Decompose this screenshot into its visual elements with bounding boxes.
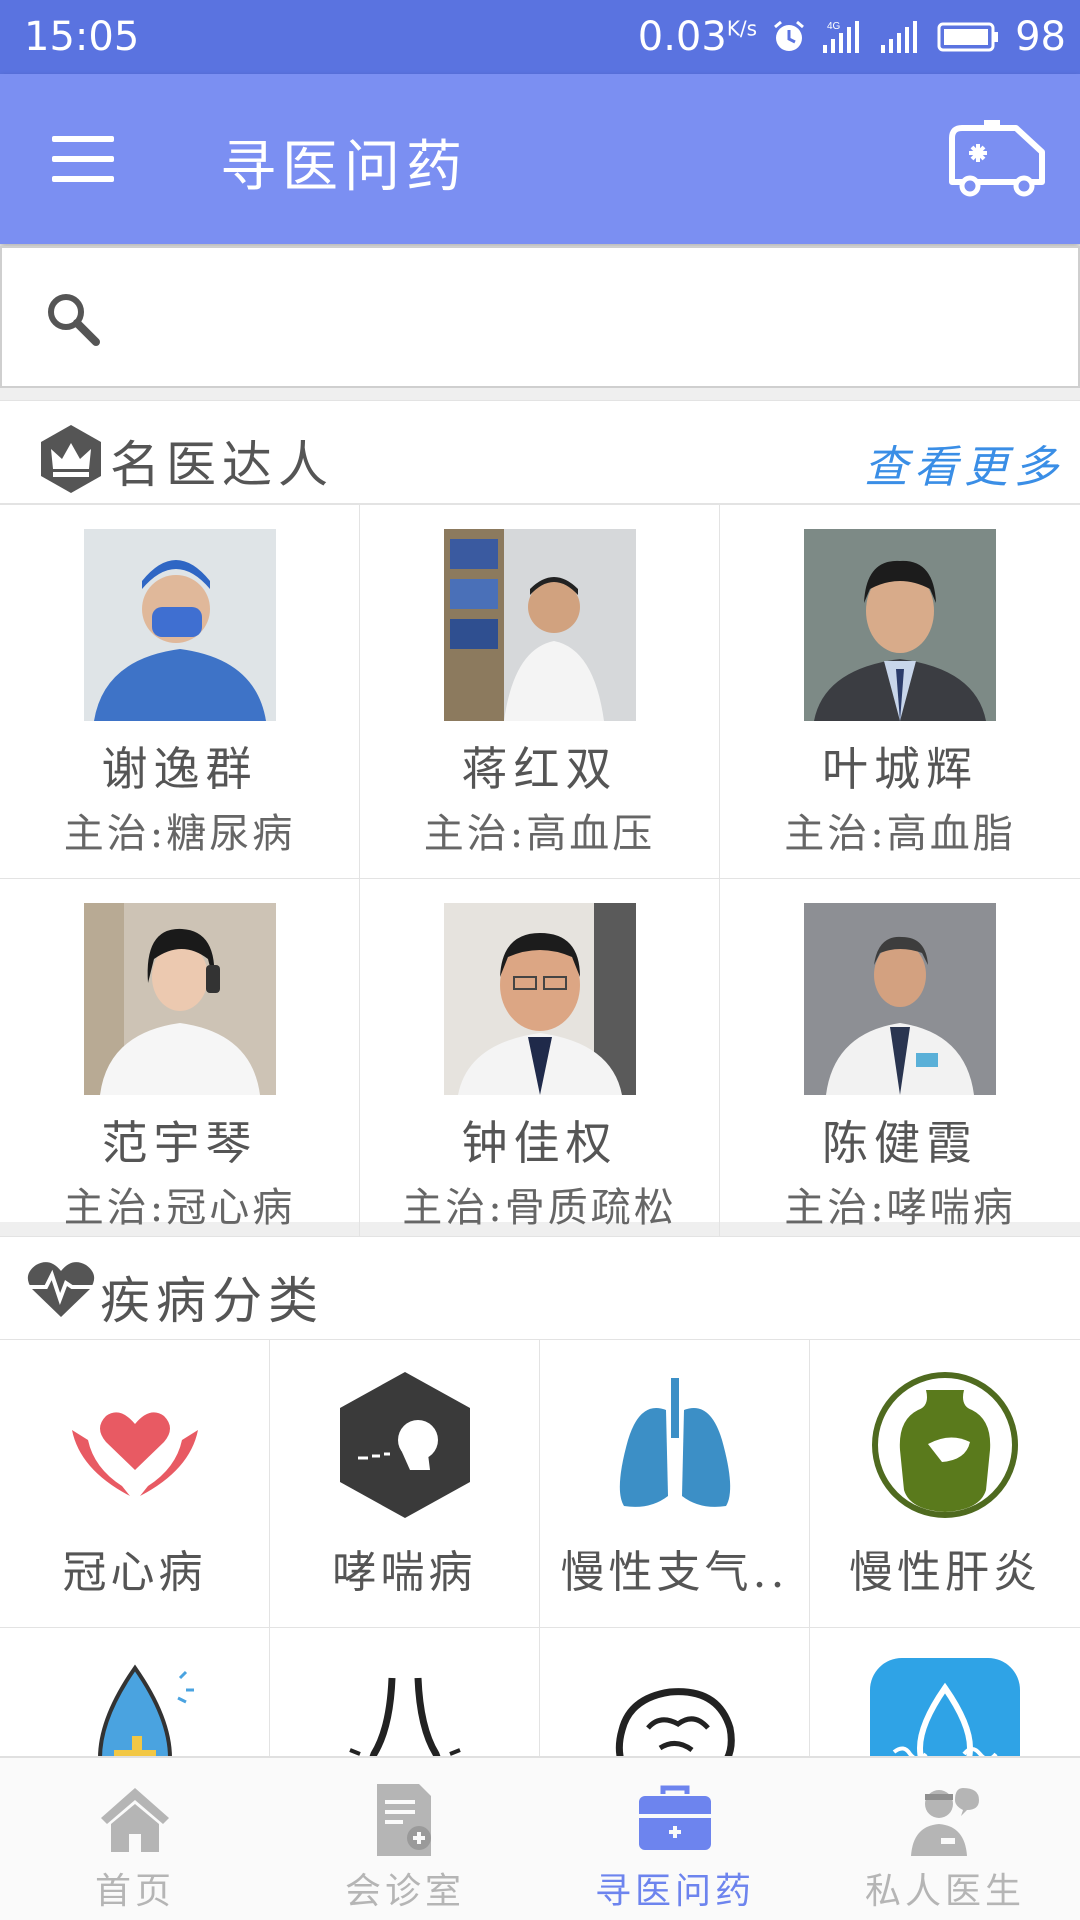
battery-icon [937,22,999,52]
ambulance-icon[interactable] [946,118,1050,198]
doctor-specialty: 主治:高血脂 [784,811,1016,857]
tab-label: 首页 [94,1871,175,1912]
doctor-name: 范宇琴 [101,1116,258,1170]
doctor-specialty: 主治:糖尿病 [63,811,296,857]
heart-pulse-icon [27,1262,95,1317]
doctor-icon [911,1788,979,1856]
category-label: 慢性支气.. [560,1547,789,1598]
tab-find-doctor[interactable]: 寻医问药 [540,1758,810,1920]
doctor-card[interactable]: 范宇琴 主治:冠心病 [0,879,360,1253]
report-icon [377,1784,431,1856]
doctor-grid: 谢逸群 主治:糖尿病 蒋红双 主治:高血压 叶城辉 主治:高血脂 范宇琴 主治:… [0,504,1080,1253]
doctor-photo [804,529,996,721]
tab-label: 寻医问药 [594,1871,755,1912]
section-title: 疾病分类 [100,1272,324,1330]
disease-categories-section: 疾病分类 冠心病 哮喘病 慢性支气.. 慢性肝炎 [0,1236,1080,1916]
doctor-photo [83,903,276,1095]
category-item[interactable]: 冠心病 [0,1340,270,1628]
net-speed: 0.03K/s [637,14,758,60]
app-screen: 15:05 0.03K/s 4G 98 寻医问药 名医达人 查看更多 谢逸群 主… [0,0,1080,1920]
crown-badge-icon [41,425,101,493]
doctor-name: 钟佳权 [461,1116,618,1170]
search-input[interactable] [122,278,1042,358]
lungs-icon [619,1378,730,1507]
home-icon [101,1788,169,1852]
doctor-specialty: 主治:哮喘病 [784,1185,1016,1231]
category-item[interactable]: 慢性支气.. [540,1340,810,1628]
tab-private-doctor[interactable]: 私人医生 [810,1758,1080,1920]
doctor-specialty: 主治:冠心病 [63,1185,296,1231]
category-label: 冠心病 [62,1547,207,1598]
bottom-tab-bar: 首页 会诊室 寻医问药 私人医生 [0,1756,1080,1920]
doctor-card[interactable]: 陈健霞 主治:哮喘病 [720,879,1080,1253]
medical-kit-icon [639,1785,711,1850]
category-item[interactable]: 慢性肝炎 [810,1340,1080,1628]
tab-label: 会诊室 [344,1871,465,1912]
tab-label: 私人医生 [864,1871,1025,1912]
category-label: 哮喘病 [332,1547,477,1598]
menu-icon[interactable] [52,136,114,182]
view-more-link[interactable]: 查看更多 [864,431,1064,495]
doctor-card[interactable]: 蒋红双 主治:高血压 [360,505,720,879]
doctor-photo [443,903,636,1095]
battery-level: 98 [1015,14,1066,60]
status-bar: 15:05 0.03K/s 4G 98 [0,0,1080,74]
section-header: 名医达人 查看更多 [0,400,1080,504]
page-title: 寻医问药 [220,135,468,200]
doctor-card[interactable]: 谢逸群 主治:糖尿病 [0,505,360,879]
signal-4g-icon: 4G [823,21,860,53]
doctor-name: 叶城辉 [822,742,978,796]
search-icon [48,294,100,346]
net-speed-unit: K/s [726,16,758,41]
status-time: 15:05 [24,14,140,60]
category-item[interactable]: 哮喘病 [270,1340,540,1628]
category-label: 慢性肝炎 [849,1547,1041,1598]
liver-icon [872,1372,1018,1518]
search-bar[interactable] [0,246,1080,388]
alarm-icon [774,20,805,51]
doctor-specialty: 主治:高血压 [423,811,656,857]
doctor-photo [443,529,636,721]
doctor-name: 谢逸群 [101,742,258,796]
doctor-photo [804,903,996,1095]
signal-icon [881,21,918,53]
doctor-name: 蒋红双 [461,742,618,796]
app-bar: 寻医问药 [0,74,1080,244]
status-indicators: 0.03K/s 4G 98 [638,14,1066,60]
famous-doctors-section: 名医达人 查看更多 谢逸群 主治:糖尿病 蒋红双 主治:高血压 叶城辉 主治:高… [0,400,1080,1253]
doctor-photo [83,529,276,721]
section-title: 名医达人 [110,436,334,494]
tab-home[interactable]: 首页 [0,1758,270,1920]
tab-consultation-room[interactable]: 会诊室 [270,1758,540,1920]
network-label: 4G [827,21,841,32]
heart-hands-icon [71,1412,198,1496]
doctor-card[interactable]: 钟佳权 主治:骨质疏松 [360,879,720,1253]
section-header: 疾病分类 [0,1236,1080,1340]
doctor-specialty: 主治:骨质疏松 [402,1185,677,1231]
doctor-card[interactable]: 叶城辉 主治:高血脂 [720,505,1080,879]
cough-icon [339,1372,470,1518]
doctor-name: 陈健霞 [822,1116,978,1170]
